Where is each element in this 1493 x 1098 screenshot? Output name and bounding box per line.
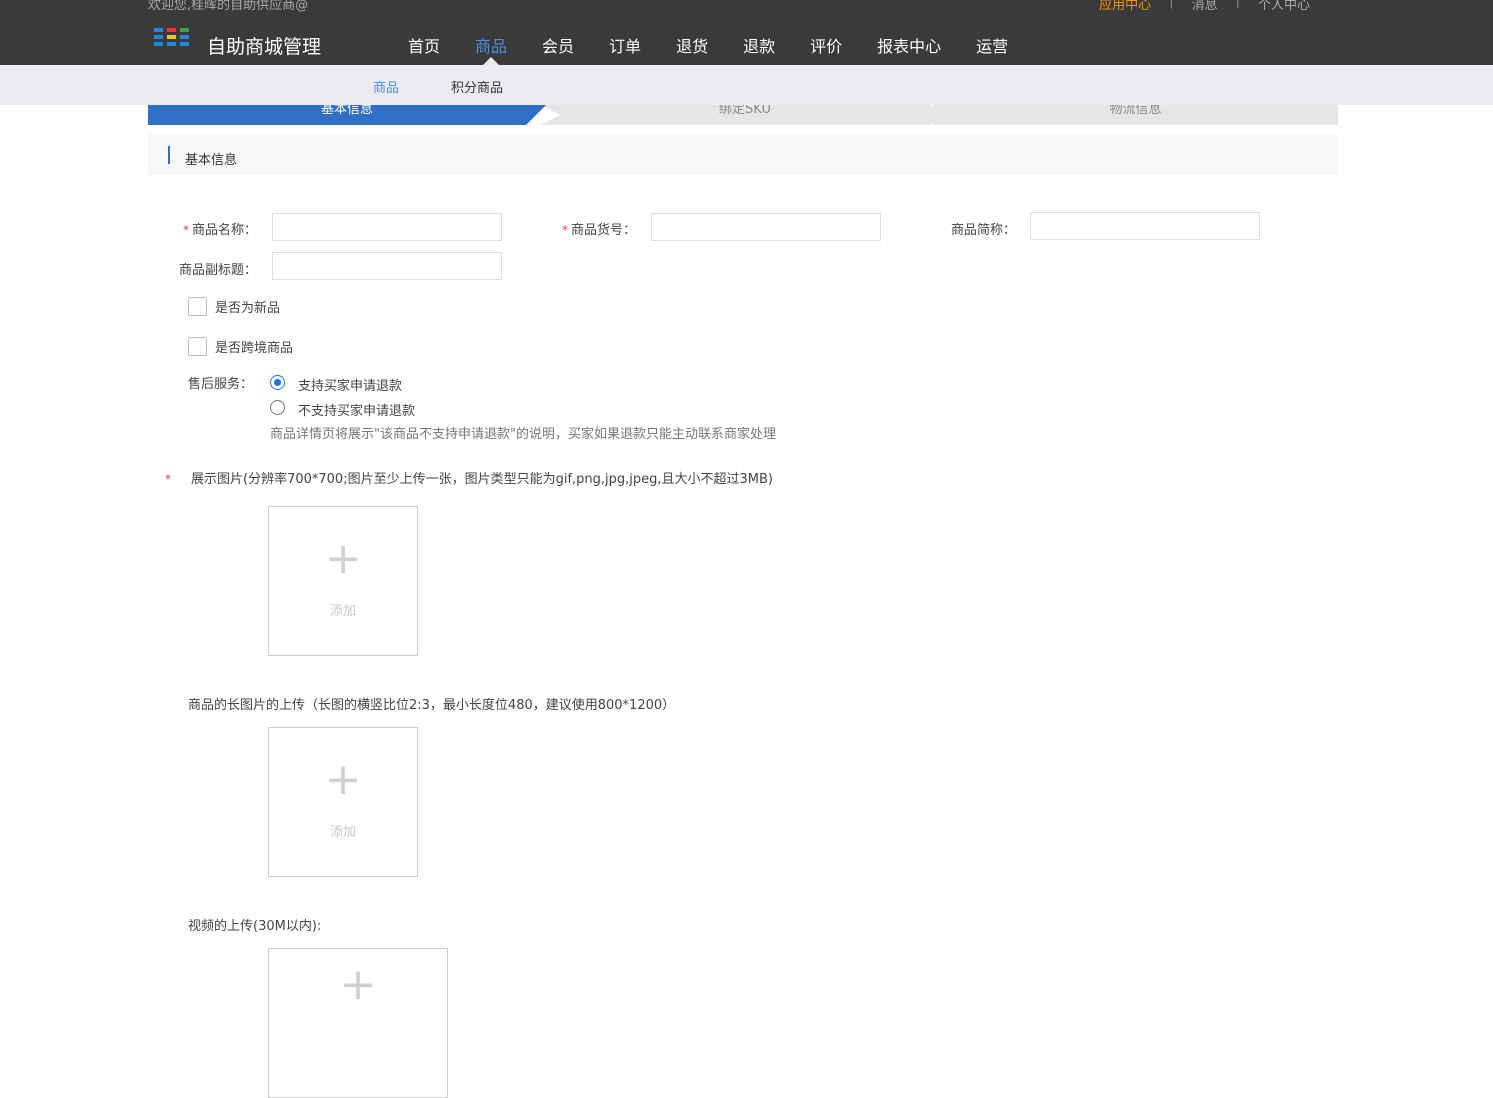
nav-home[interactable]: 首页 [390, 33, 457, 65]
subnav-points-products[interactable]: 积分商品 [451, 77, 503, 96]
plus-icon: + [324, 533, 362, 584]
nav-operations[interactable]: 运营 [958, 33, 1025, 65]
refund-not-supported-radio[interactable] [270, 400, 285, 415]
top-header: 欢迎您,桂晖的自助供应商@ 应用中心 | 消息 | 个人中心 自助商城管理 首页… [0, 0, 1493, 65]
display-images-label: * 展示图片(分辨率700*700;图片至少上传一张，图片类型只能为gif,png… [165, 468, 773, 487]
divider: | [1169, 0, 1174, 9]
add-text: 添加 [329, 825, 356, 840]
product-name-input[interactable] [272, 213, 502, 241]
product-sku-no-label-text: 商品货号： [571, 223, 637, 238]
plus-icon: + [324, 754, 362, 805]
section-accent-bar [168, 146, 170, 164]
is-crossborder-checkbox[interactable] [188, 337, 207, 356]
refund-supported-radio[interactable] [270, 375, 285, 390]
refund-not-supported-label: 不支持买家申请退款 [298, 404, 416, 419]
step-logistics[interactable]: 物流信息 [933, 105, 1338, 125]
product-subtitle-input[interactable] [272, 252, 502, 280]
video-upload-label: 视频的上传(30M以内): [188, 919, 322, 934]
step-progress: 物流信息 绑定SKU 基本信息 [148, 105, 1338, 125]
plus-icon: + [339, 959, 377, 1010]
sub-nav: 商品 积分商品 [0, 65, 1493, 105]
top-links: 应用中心 | 消息 | 个人中心 [1091, 0, 1318, 13]
step-bind-sku[interactable]: 绑定SKU [540, 105, 950, 125]
required-mark: * [183, 223, 189, 237]
is-crossborder-label: 是否跨境商品 [215, 341, 294, 356]
product-subtitle-label: 商品副标题： [179, 263, 258, 278]
required-mark: * [562, 223, 568, 237]
divider: | [1235, 0, 1240, 9]
video-upload[interactable]: + [268, 948, 448, 1098]
nav-returns[interactable]: 退货 [658, 33, 725, 65]
nav-refunds[interactable]: 退款 [725, 33, 792, 65]
product-name-label-text: 商品名称： [192, 223, 258, 238]
is-new-checkbox[interactable] [188, 297, 207, 316]
refund-supported-label: 支持买家申请退款 [298, 379, 403, 394]
required-mark: * [165, 472, 171, 486]
nav-orders[interactable]: 订单 [591, 33, 658, 65]
after-sale-label: 售后服务： [188, 377, 254, 392]
product-short-name-input[interactable] [1030, 212, 1260, 240]
product-short-name-label: 商品简称： [951, 223, 1017, 238]
messages-link[interactable]: 消息 [1184, 0, 1226, 13]
long-image-label: 商品的长图片的上传（长图的横竖比位2:3，最小长度位480，建议使用800*12… [188, 698, 676, 713]
after-sale-hint: 商品详情页将展示"该商品不支持申请退款"的说明，买家如果退款只能主动联系商家处理 [270, 427, 776, 442]
product-name-label: * 商品名称： [183, 219, 257, 238]
welcome-text: 欢迎您,桂晖的自助供应商@ [148, 0, 309, 13]
product-sku-no-label: * 商品货号： [562, 219, 636, 238]
step-bind-sku-label: 绑定SKU [719, 105, 771, 117]
display-images-label-text: 展示图片(分辨率700*700;图片至少上传一张，图片类型只能为gif,png,… [191, 472, 773, 487]
nav-members[interactable]: 会员 [524, 33, 591, 65]
brand-title: 自助商城管理 [207, 36, 322, 58]
nav-reviews[interactable]: 评价 [792, 33, 859, 65]
section-title: 基本信息 [185, 153, 238, 168]
nav-products[interactable]: 商品 [457, 33, 524, 65]
subnav-products[interactable]: 商品 [373, 77, 399, 96]
product-sku-no-input[interactable] [651, 213, 881, 241]
nav-reports[interactable]: 报表中心 [859, 33, 958, 65]
step-logistics-label: 物流信息 [1109, 105, 1162, 117]
long-image-upload[interactable]: + 添加 [268, 727, 418, 877]
personal-center-link[interactable]: 个人中心 [1250, 0, 1318, 13]
logo-icon [154, 28, 194, 50]
section-header: 基本信息 [148, 134, 1338, 175]
step-basic-info[interactable]: 基本信息 [148, 105, 546, 125]
display-image-upload[interactable]: + 添加 [268, 506, 418, 656]
add-text: 添加 [329, 604, 356, 619]
main-nav: 首页 商品 会员 订单 退货 退款 评价 报表中心 运营 [390, 33, 1025, 65]
app-center-link[interactable]: 应用中心 [1091, 0, 1159, 13]
step-basic-info-label: 基本信息 [320, 105, 373, 117]
is-new-label: 是否为新品 [215, 301, 281, 316]
